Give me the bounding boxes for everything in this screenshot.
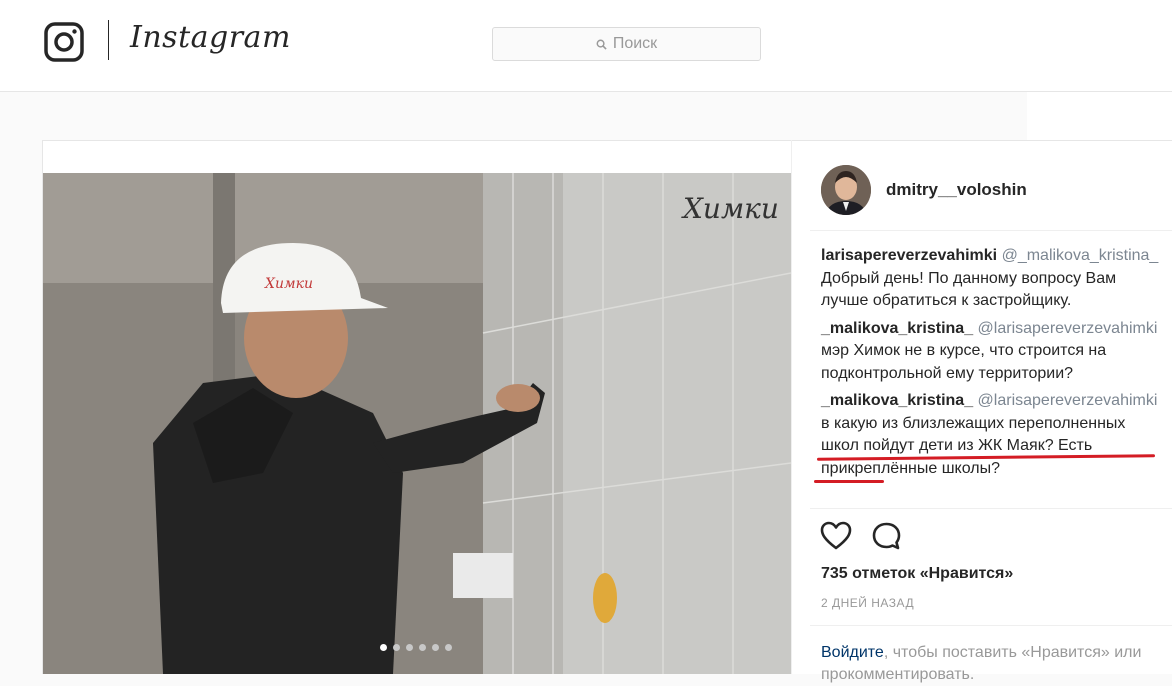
- comment-mention[interactable]: @_malikova_kristina_: [1002, 247, 1159, 264]
- likes-count[interactable]: 735 отметок «Нравится»: [821, 565, 1013, 583]
- sidebar-divider: [791, 140, 792, 674]
- top-navigation-bar: Instagram Поиск: [0, 0, 1172, 92]
- login-prompt: Войдите, чтобы поставить «Нравится» или …: [821, 642, 1161, 686]
- svg-text:Химки: Химки: [264, 276, 313, 292]
- comments-divider: [810, 508, 1172, 509]
- carousel-dot[interactable]: [445, 644, 452, 651]
- comment-author[interactable]: _malikova_kristina_: [821, 320, 973, 337]
- carousel-dot[interactable]: [393, 644, 400, 651]
- header-divider: [810, 230, 1172, 231]
- post-author-username[interactable]: dmitry__voloshin: [886, 180, 1027, 200]
- comment-author[interactable]: _malikova_kristina_: [821, 392, 973, 409]
- comment-text: в какую из близлежащих переполненных шко…: [821, 414, 1126, 477]
- comment-mention[interactable]: @larisapereverzevahimki: [978, 392, 1158, 409]
- search-input[interactable]: Поиск: [492, 27, 761, 61]
- comment-text: мэр Химок не в курсе, что строится на по…: [821, 342, 1107, 382]
- comment-mention[interactable]: @larisapereverzevahimki: [978, 320, 1158, 337]
- login-link[interactable]: Войдите: [821, 644, 884, 661]
- comment-bubble-icon[interactable]: [871, 521, 902, 551]
- post-timestamp: 2 ДНЕЙ НАЗАД: [821, 596, 915, 610]
- carousel-dot[interactable]: [432, 644, 439, 651]
- comment-text: Добрый день! По данному вопросу Вам лучш…: [821, 269, 1117, 310]
- heart-icon[interactable]: [820, 521, 852, 551]
- comment-author[interactable]: larisapereverzevahimki: [821, 247, 997, 264]
- instagram-wordmark[interactable]: Instagram: [130, 20, 291, 55]
- photo-watermark: Химки: [681, 192, 779, 225]
- carousel-dot[interactable]: [406, 644, 413, 651]
- search-icon: [596, 39, 607, 50]
- carousel-dot[interactable]: [380, 644, 387, 651]
- carousel-dot[interactable]: [419, 644, 426, 651]
- comment-item: _malikova_kristina_ @larisapereverzevahi…: [821, 390, 1161, 480]
- actions-divider: [810, 625, 1172, 626]
- comments-list: larisapereverzevahimki @_malikova_kristi…: [821, 245, 1161, 485]
- avatar-icon[interactable]: [821, 165, 871, 215]
- search-placeholder: Поиск: [612, 35, 658, 52]
- red-underline-annotation: [814, 480, 884, 483]
- instagram-camera-icon[interactable]: [44, 22, 84, 62]
- logo-divider: [108, 20, 109, 60]
- comment-item: larisapereverzevahimki @_malikova_kristi…: [821, 245, 1161, 313]
- comment-item: _malikova_kristina_ @larisapereverzevahi…: [821, 318, 1161, 386]
- carousel-indicators: [380, 644, 452, 651]
- post-photo[interactable]: Химки Химки: [43, 173, 791, 674]
